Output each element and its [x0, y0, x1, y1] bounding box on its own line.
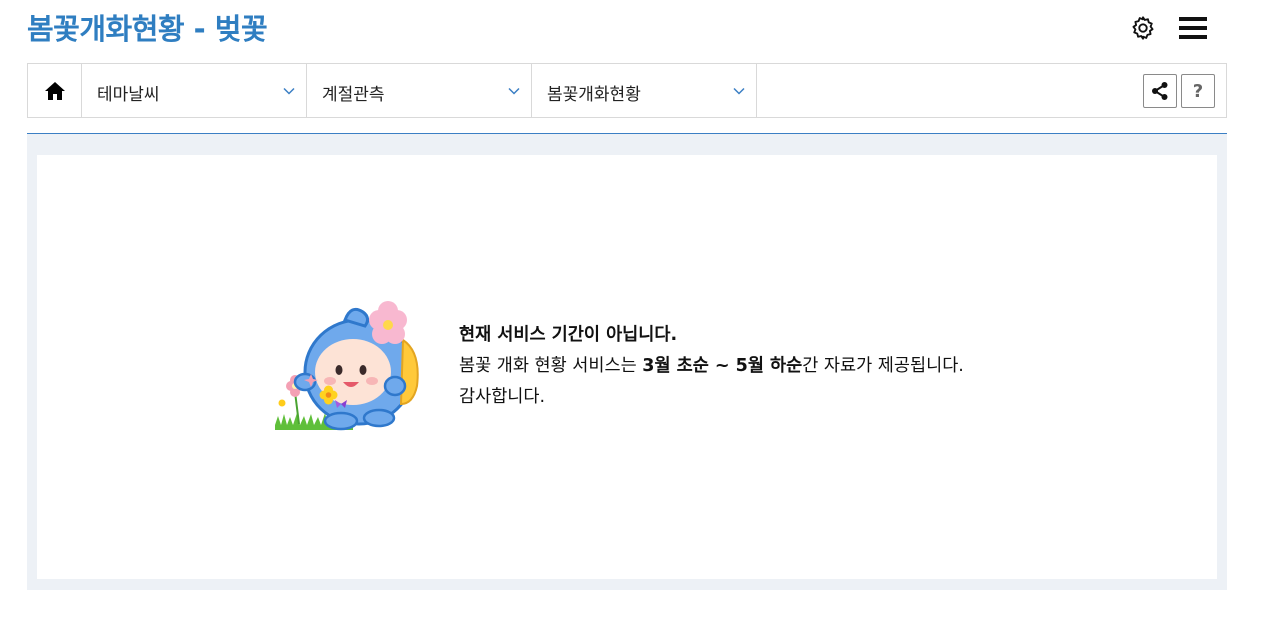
menu-button[interactable]: [1176, 12, 1210, 44]
page-title: 봄꽃개화현황 - 벚꽃: [27, 12, 268, 46]
nav-dropdown-label: 계절관측: [322, 85, 385, 105]
content-area: 현재 서비스 기간이 아닙니다. 봄꽃 개화 현황 서비스는 3월 초순 ~ 5…: [27, 134, 1227, 590]
breadcrumb-nav: 테마날씨 계절관측 봄꽃개화현황 ?: [27, 63, 1227, 118]
notice-title: 현재 서비스 기간이 아닙니다.: [459, 325, 678, 345]
mascot-illustration: [275, 301, 419, 431]
chevron-down-icon: [508, 87, 520, 95]
notice-message: 현재 서비스 기간이 아닙니다. 봄꽃 개화 현황 서비스는 3월 초순 ~ 5…: [459, 320, 964, 413]
notice-line-prefix: 봄꽃 개화 현황 서비스는: [459, 356, 643, 376]
nav-dropdown-spring-flower-status[interactable]: 봄꽃개화현황: [532, 64, 757, 117]
home-icon: [44, 81, 65, 100]
notice-line-suffix: 간 자료가 제공됩니다.: [802, 356, 964, 376]
notice-line-period: 봄꽃 개화 현황 서비스는 3월 초순 ~ 5월 하순간 자료가 제공됩니다.: [459, 351, 964, 382]
notice-panel: 현재 서비스 기간이 아닙니다. 봄꽃 개화 현황 서비스는 3월 초순 ~ 5…: [37, 155, 1217, 579]
header: 봄꽃개화현황 - 벚꽃: [0, 0, 1262, 62]
home-button[interactable]: [28, 64, 82, 117]
nav-dropdown-label: 테마날씨: [97, 85, 160, 105]
nav-dropdown-seasonal-observation[interactable]: 계절관측: [307, 64, 532, 117]
share-icon: [1152, 82, 1168, 100]
chevron-down-icon: [733, 87, 745, 95]
nav-dropdown-theme-weather[interactable]: 테마날씨: [82, 64, 307, 117]
nav-dropdown-label: 봄꽃개화현황: [547, 85, 641, 105]
hamburger-menu-icon: [1179, 17, 1207, 39]
help-button[interactable]: ?: [1181, 74, 1215, 108]
notice-service-period: 3월 초순 ~ 5월 하순: [642, 356, 803, 376]
settings-button[interactable]: [1127, 12, 1159, 44]
notice-thanks: 감사합니다.: [459, 387, 546, 407]
gear-icon: [1132, 16, 1154, 40]
chevron-down-icon: [283, 87, 295, 95]
share-button[interactable]: [1143, 74, 1177, 108]
